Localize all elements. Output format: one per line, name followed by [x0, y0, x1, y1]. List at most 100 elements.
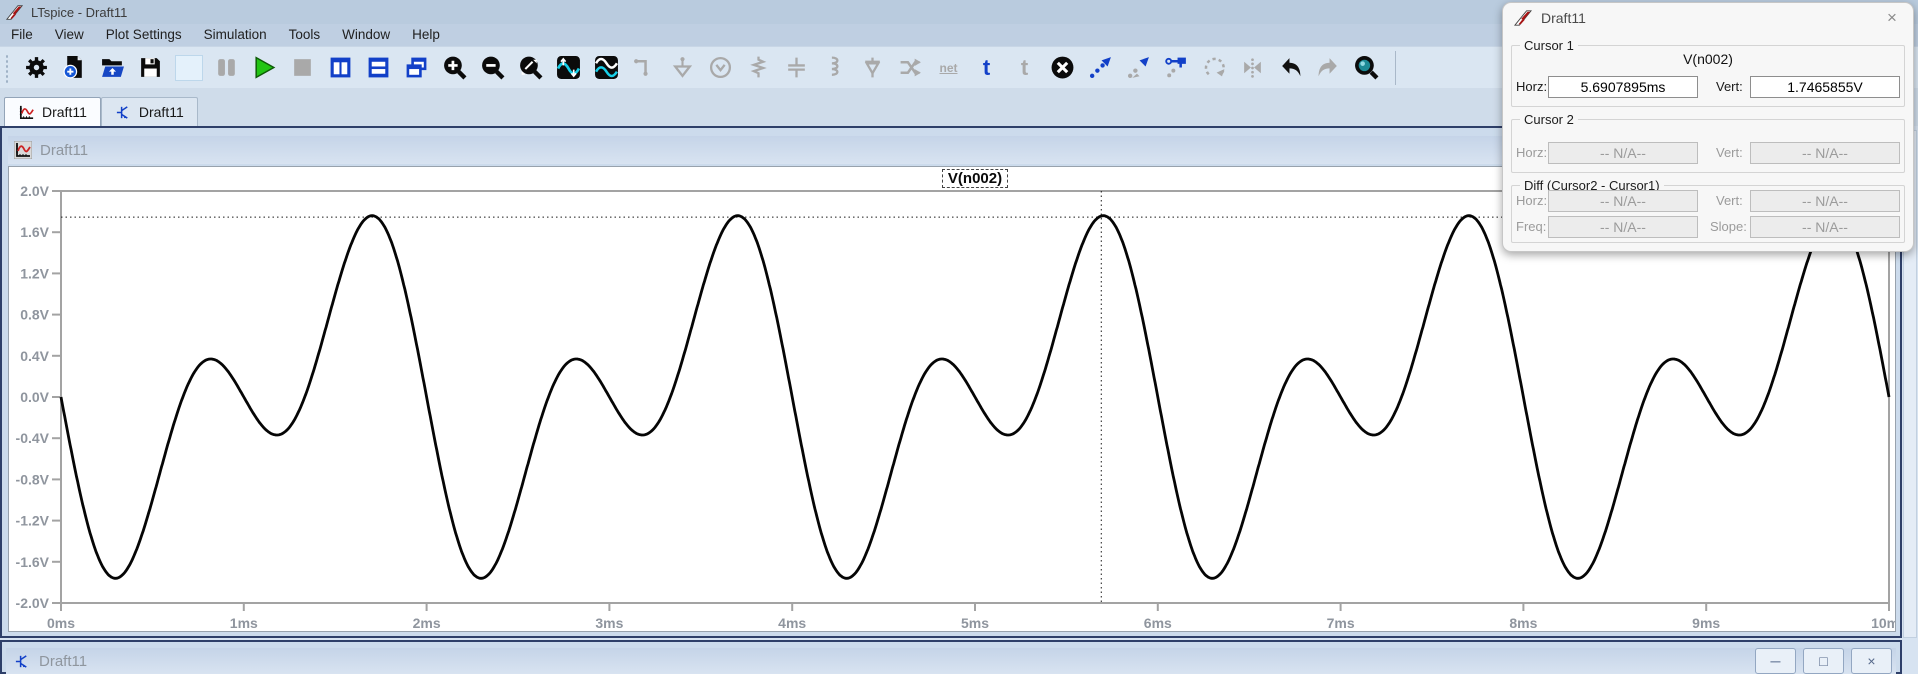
trace-label[interactable]: V(n002) [942, 169, 1008, 188]
undo-icon[interactable] [1276, 53, 1305, 82]
menu-item-window[interactable]: Window [331, 24, 401, 46]
open-file-icon[interactable] [98, 53, 127, 82]
svg-text:6ms: 6ms [1144, 615, 1172, 631]
plot-panes-icon[interactable] [592, 53, 621, 82]
svg-text:5ms: 5ms [961, 615, 989, 631]
drag-icon[interactable] [1162, 53, 1191, 82]
svg-text:9ms: 9ms [1692, 615, 1720, 631]
run-icon[interactable] [250, 53, 279, 82]
tab-draft11-1[interactable]: Draft11 [4, 97, 101, 126]
svg-text:-2.0V: -2.0V [16, 595, 50, 611]
save-icon[interactable] [136, 53, 165, 82]
svg-text:0.4V: 0.4V [20, 348, 49, 364]
spice-directive-icon: t [1010, 53, 1039, 82]
svg-text:1.2V: 1.2V [20, 265, 49, 281]
cursor1-horz-label: Horz: [1516, 76, 1547, 98]
cursor2-legend: Cursor 2 [1520, 112, 1578, 127]
settings-gear-icon[interactable] [22, 53, 51, 82]
diff-slope-value: -- N/A-- [1750, 216, 1900, 238]
ltspice-logo-icon [6, 4, 23, 21]
cursor2-vert-label: Vert: [1716, 142, 1743, 164]
menu-item-file[interactable]: File [0, 24, 44, 46]
bus-tap-icon [896, 53, 925, 82]
close-button[interactable]: × [1851, 648, 1892, 674]
net-label-icon: net [934, 53, 963, 82]
svg-text:4ms: 4ms [778, 615, 806, 631]
diode-icon [858, 53, 887, 82]
component-icon [706, 53, 735, 82]
svg-text:3ms: 3ms [595, 615, 623, 631]
diff-horz-value: -- N/A-- [1548, 190, 1698, 212]
tab-label: Draft11 [42, 104, 87, 120]
cursor1-vert-value[interactable]: 1.7465855V [1750, 76, 1900, 98]
schematic-window-titlebar[interactable]: Draft11 ─ □ × [6, 648, 1896, 674]
svg-text:1.6V: 1.6V [20, 224, 49, 240]
svg-text:2ms: 2ms [413, 615, 441, 631]
window-controls: ─ □ × [1755, 648, 1892, 674]
cursor1-group: Cursor 1 V(n002) Horz: 5.6907895ms Vert:… [1511, 45, 1905, 107]
tile-vertical-icon[interactable] [326, 53, 355, 82]
copy-icon[interactable] [1124, 53, 1153, 82]
svg-text:7ms: 7ms [1327, 615, 1355, 631]
schematic-window-title: Draft11 [39, 653, 87, 670]
ground-icon [668, 53, 697, 82]
minimize-button[interactable]: ─ [1755, 648, 1796, 674]
resistor-icon [744, 53, 773, 82]
cursor2-vert-value: -- N/A-- [1750, 142, 1900, 164]
tab-draft11-2[interactable]: Draft11 [101, 97, 198, 126]
autorange-y-icon[interactable] [554, 53, 583, 82]
pause-icon [212, 53, 241, 82]
waveform-tab-icon [18, 104, 35, 121]
empty-slot [174, 53, 203, 82]
svg-text:2.0V: 2.0V [20, 183, 49, 199]
tab-label: Draft11 [139, 104, 184, 120]
restore-button[interactable]: □ [1803, 648, 1844, 674]
diff-slope-label: Slope: [1710, 216, 1747, 238]
inductor-icon [820, 53, 849, 82]
waveform-window-icon [14, 141, 32, 159]
diff-vert-label: Vert: [1716, 190, 1743, 212]
cursor-dialog-title: Draft11 [1541, 10, 1586, 26]
ltspice-logo-icon [1514, 9, 1532, 27]
delete-icon[interactable] [1048, 53, 1077, 82]
svg-text:0.0V: 0.0V [20, 389, 49, 405]
svg-text:-0.4V: -0.4V [16, 430, 50, 446]
text-icon[interactable]: t [972, 53, 1001, 82]
svg-text:0ms: 0ms [47, 615, 75, 631]
diff-freq-value: -- N/A-- [1548, 216, 1698, 238]
move-icon[interactable] [1086, 53, 1115, 82]
diff-vert-value: -- N/A-- [1750, 190, 1900, 212]
svg-text:-0.8V: -0.8V [16, 471, 50, 487]
menu-item-simulation[interactable]: Simulation [193, 24, 278, 46]
svg-text:8ms: 8ms [1509, 615, 1537, 631]
diff-freq-label: Freq: [1516, 216, 1546, 238]
ltspice-app: { "window": { "title": "LTspice - Draft1… [0, 0, 1918, 672]
window-title: LTspice - Draft11 [31, 5, 127, 20]
search-icon[interactable] [1352, 53, 1381, 82]
mirror-icon [1238, 53, 1267, 82]
menu-item-plot-settings[interactable]: Plot Settings [95, 24, 193, 46]
menu-item-help[interactable]: Help [401, 24, 451, 46]
zoom-out-icon[interactable] [478, 53, 507, 82]
cursor1-signal: V(n002) [1512, 51, 1904, 67]
diff-horz-label: Horz: [1516, 190, 1547, 212]
menu-item-tools[interactable]: Tools [278, 24, 332, 46]
wire-icon [630, 53, 659, 82]
cursor2-horz-value: -- N/A-- [1548, 142, 1698, 164]
schematic-window-minimized: Draft11 ─ □ × [0, 640, 1902, 674]
toolbar-separator [1395, 51, 1396, 85]
svg-text:0.8V: 0.8V [20, 307, 49, 323]
new-schematic-icon[interactable] [60, 53, 89, 82]
zoom-full-extents-icon[interactable] [516, 53, 545, 82]
toolbar-grip[interactable] [4, 53, 9, 83]
svg-text:-1.6V: -1.6V [16, 554, 50, 570]
schematic-tab-icon [115, 104, 132, 121]
cursor-dialog-titlebar[interactable]: Draft11 [1503, 3, 1913, 33]
cursor2-horz-label: Horz: [1516, 142, 1547, 164]
dialog-close-icon[interactable]: × [1883, 9, 1901, 27]
cascade-windows-icon[interactable] [402, 53, 431, 82]
cursor1-horz-value[interactable]: 5.6907895ms [1548, 76, 1698, 98]
tile-horizontal-icon[interactable] [364, 53, 393, 82]
menu-item-view[interactable]: View [44, 24, 95, 46]
zoom-in-icon[interactable] [440, 53, 469, 82]
